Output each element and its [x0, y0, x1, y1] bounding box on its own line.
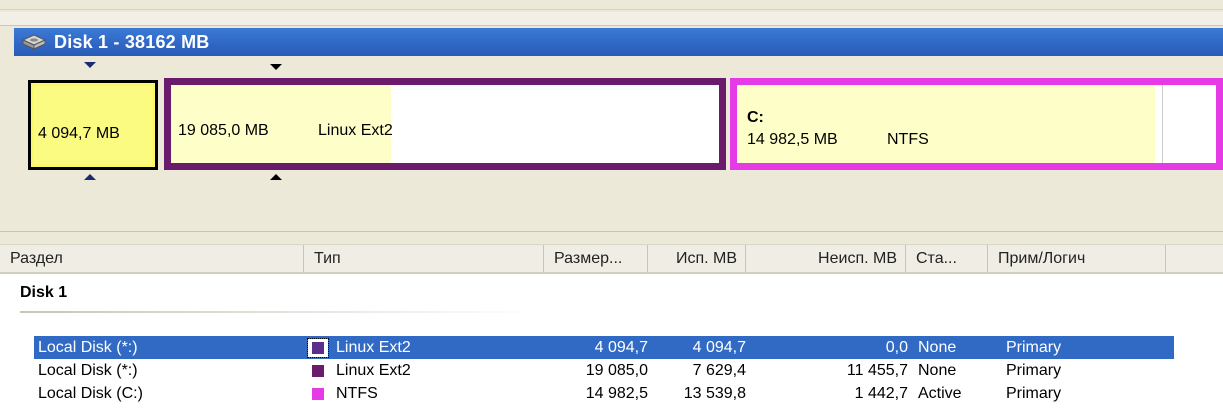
column-header-primary-logical[interactable]: Прим/Логич: [988, 245, 1166, 272]
row-type-cell: Linux Ext2: [302, 359, 538, 382]
resize-handle-top-icon[interactable]: [270, 64, 282, 70]
partition-table-header: Раздел Тип Размер... Исп. МВ Неисп. МВ С…: [0, 244, 1223, 274]
table-row[interactable]: Local Disk (*:) Linux Ext2 4 094,7 4 094…: [34, 336, 1174, 359]
row-unused: 1 442,7: [854, 384, 908, 402]
group-divider: [20, 311, 540, 313]
column-header-filler: [1166, 245, 1223, 272]
partition-table-body: Disk 1 Local Disk (*:) Linux Ext2 4 094,…: [0, 274, 1223, 419]
partition-block-1[interactable]: 4 094,7 MB: [28, 80, 158, 170]
disk-title-bar[interactable]: Disk 1 - 38162 MB: [14, 28, 1223, 56]
row-size: 4 094,7: [594, 338, 648, 356]
row-type: Linux Ext2: [336, 361, 411, 379]
column-header-partition[interactable]: Раздел: [0, 245, 304, 272]
row-type: Linux Ext2: [336, 338, 411, 356]
top-secondary-strip: [0, 12, 1223, 26]
table-row[interactable]: Local Disk (*:) Linux Ext2 19 085,0 7 62…: [34, 359, 1174, 382]
row-partition-name: Local Disk (*:): [38, 361, 138, 379]
row-status: Active: [918, 384, 962, 402]
partition-size: 14 982,5 MB: [747, 131, 838, 148]
row-unused: 11 455,7: [846, 361, 908, 379]
partition-block-3[interactable]: C: 14 982,5 MB NTFS: [730, 78, 1223, 170]
column-header-size[interactable]: Размер...: [544, 245, 648, 272]
row-used: 7 629,4: [692, 361, 746, 379]
row-partition-name: Local Disk (*:): [38, 338, 138, 356]
row-unused: 0,0: [885, 338, 908, 356]
table-row[interactable]: Local Disk (C:) NTFS 14 982,5 13 539,8 1…: [34, 382, 1174, 405]
hard-disk-icon: [14, 28, 54, 56]
disk-title: Disk 1 - 38162 MB: [54, 31, 210, 52]
row-status: None: [918, 361, 957, 379]
resize-handle-bottom-icon[interactable]: [270, 174, 282, 180]
row-used: 4 094,7: [692, 338, 746, 356]
row-status: None: [918, 338, 957, 356]
partition-color-icon: [308, 385, 328, 403]
partition-color-icon: [308, 362, 328, 380]
partition-size: 4 094,7 MB: [38, 125, 120, 142]
column-header-status[interactable]: Ста...: [906, 245, 988, 272]
column-header-type[interactable]: Тип: [304, 245, 544, 272]
partition-color-icon: [307, 337, 329, 358]
row-type: NTFS: [336, 384, 378, 402]
map-status-strip: [0, 196, 1223, 232]
resize-handle-top-icon[interactable]: [84, 62, 96, 68]
partition-filesystem: Linux Ext2: [318, 122, 393, 139]
row-primary-logical: Primary: [1006, 338, 1062, 356]
row-primary-logical: Primary: [1006, 384, 1062, 402]
partition-drive-letter: C:: [747, 109, 764, 126]
disk-map: 4 094,7 MB 19 085,0 MB Linux Ext2 C: 14 …: [14, 56, 1223, 190]
row-primary-logical: Primary: [1006, 361, 1062, 379]
row-type-cell: NTFS: [302, 382, 538, 405]
row-used: 13 539,8: [683, 384, 746, 402]
row-partition-name: Local Disk (C:): [38, 384, 143, 402]
resize-handle-bottom-icon[interactable]: [84, 174, 96, 180]
row-size: 14 982,5: [585, 384, 648, 402]
partition-size: 19 085,0 MB: [178, 122, 269, 139]
partition-block-2[interactable]: 19 085,0 MB Linux Ext2: [164, 78, 726, 170]
top-toolbar-strip: [0, 0, 1223, 10]
row-size: 19 085,0: [585, 361, 648, 379]
row-type-cell: Linux Ext2: [302, 336, 538, 359]
column-header-used[interactable]: Исп. МВ: [648, 245, 746, 272]
partition-filesystem: NTFS: [887, 131, 929, 148]
group-title: Disk 1: [20, 284, 68, 301]
column-header-unused[interactable]: Неисп. МВ: [746, 245, 906, 272]
